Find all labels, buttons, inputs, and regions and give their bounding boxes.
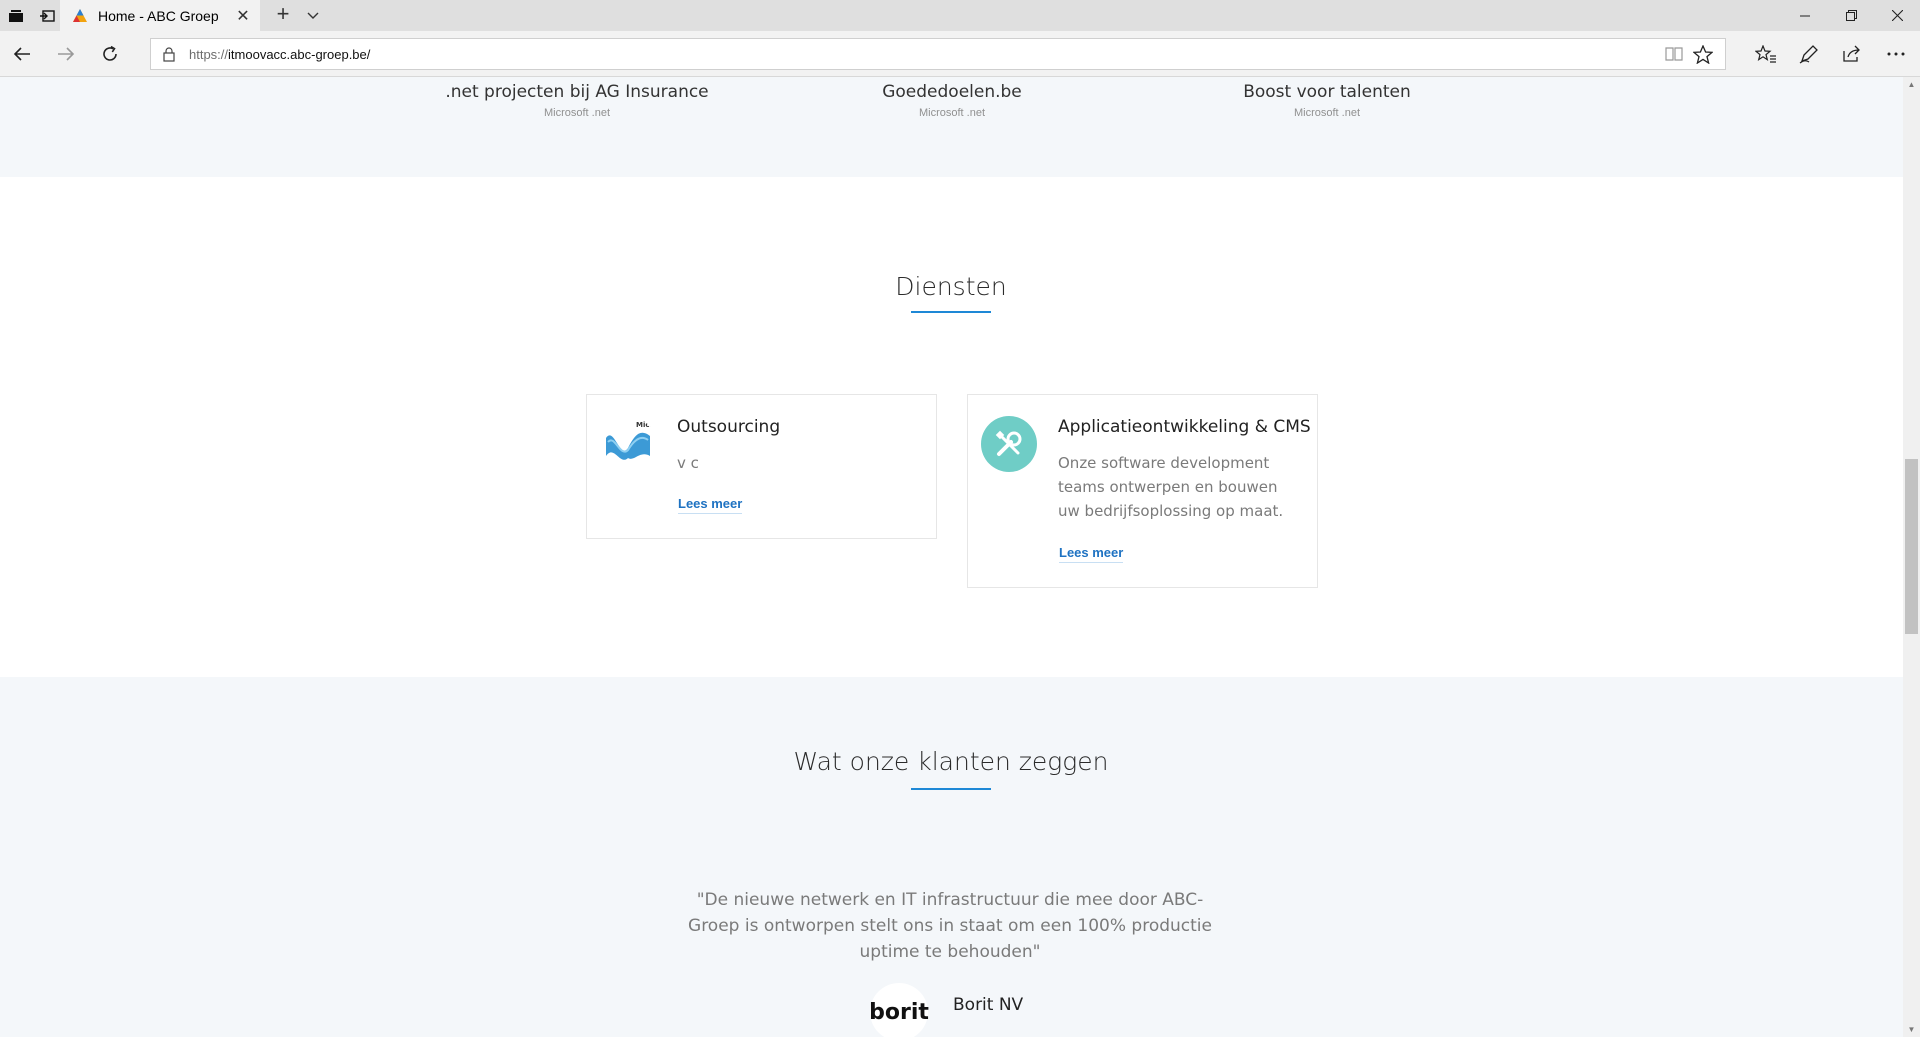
- url-prefix: https://: [189, 46, 229, 62]
- url-text: https://itmoovacc.abc-groep.be/: [189, 47, 370, 62]
- lock-icon: [163, 46, 177, 62]
- services-section: Diensten Micr Outsourcing v c Lees meer: [0, 177, 1903, 677]
- set-aside-tabs-icon[interactable]: [38, 7, 56, 25]
- project-subtitle: Microsoft .net: [543, 107, 611, 119]
- testimonials-heading: Wat onze klanten zeggen: [793, 747, 1109, 776]
- tab-home[interactable]: Home - ABC Groep ✕: [60, 0, 260, 31]
- tab-bar: Home - ABC Groep ✕ +: [0, 0, 1920, 31]
- read-more-link[interactable]: Lees meer: [1059, 545, 1124, 563]
- service-card-text: Onze software development teams ontwerpe…: [1058, 454, 1284, 520]
- favorite-star-icon[interactable]: [1692, 44, 1714, 69]
- testimonial-quote: "De nieuwe netwerk en IT infrastructuur …: [688, 890, 1212, 962]
- abc-favicon-icon: [73, 8, 87, 22]
- minimize-icon[interactable]: [1782, 0, 1828, 31]
- tools-icon: [981, 416, 1037, 472]
- refresh-icon[interactable]: [94, 38, 126, 70]
- svg-text:Micr: Micr: [636, 421, 654, 429]
- forward-icon[interactable]: [50, 38, 82, 70]
- project-title: .net projecten bij AG Insurance: [445, 82, 709, 102]
- address-bar[interactable]: https://itmoovacc.abc-groep.be/: [150, 38, 1726, 70]
- project-item[interactable]: Goededoelen.be Microsoft .net: [792, 82, 1112, 119]
- page-viewport: .net projecten bij AG Insurance Microsof…: [0, 77, 1903, 1037]
- microsoft-net-logo-icon: Micr: [600, 416, 656, 472]
- tab-title: Home - ABC Groep: [98, 7, 219, 24]
- client-name: Borit NV: [953, 995, 1024, 1015]
- service-card-outsourcing: Micr Outsourcing v c Lees meer: [586, 394, 937, 539]
- tab-actions-icon[interactable]: [7, 7, 25, 25]
- navigation-bar: https://itmoovacc.abc-groep.be/: [0, 31, 1920, 77]
- more-menu-icon[interactable]: [1880, 38, 1912, 70]
- url-host: itmoovacc.abc-groep.be/: [228, 46, 371, 62]
- reading-view-icon[interactable]: [1665, 46, 1683, 67]
- project-title: Boost voor talenten: [1243, 82, 1411, 102]
- read-more-link[interactable]: Lees meer: [678, 496, 743, 514]
- back-icon[interactable]: [6, 38, 38, 70]
- service-card-title: Applicatieontwikkeling & CMS: [1058, 417, 1311, 437]
- client-logo: borit: [869, 983, 929, 1037]
- scroll-up-arrow-icon[interactable]: ▲: [1907, 80, 1916, 89]
- project-item[interactable]: .net projecten bij AG Insurance Microsof…: [417, 82, 737, 119]
- project-subtitle: Microsoft .net: [918, 107, 986, 119]
- project-subtitle: Microsoft .net: [1293, 107, 1361, 119]
- restore-icon[interactable]: [1828, 0, 1874, 31]
- share-icon[interactable]: [1836, 38, 1868, 70]
- close-window-icon[interactable]: [1874, 0, 1920, 31]
- project-item[interactable]: Boost voor talenten Microsoft .net: [1167, 82, 1487, 119]
- tab-list-chevron-icon[interactable]: [302, 5, 324, 27]
- new-tab-icon[interactable]: +: [272, 3, 294, 26]
- scroll-down-arrow-icon[interactable]: ▼: [1907, 1025, 1916, 1034]
- testimonials-section: Wat onze klanten zeggen "De nieuwe netwe…: [0, 677, 1903, 1037]
- notes-pen-icon[interactable]: [1793, 38, 1825, 70]
- service-card-title: Outsourcing: [677, 417, 781, 437]
- favorites-hub-icon[interactable]: [1750, 38, 1782, 70]
- close-tab-icon[interactable]: ✕: [230, 3, 256, 29]
- services-heading: Diensten: [895, 272, 1007, 301]
- service-card-applicatieontwikkeling: Applicatieontwikkeling & CMS Onze softwa…: [967, 394, 1318, 588]
- testimonials-heading-underline: [911, 788, 991, 790]
- project-title: Goededoelen.be: [882, 82, 1022, 102]
- page-scrollbar[interactable]: ▲ ▼: [1903, 77, 1920, 1037]
- service-card-text: v c: [677, 454, 699, 472]
- scrollbar-thumb[interactable]: [1905, 459, 1918, 634]
- projects-section: .net projecten bij AG Insurance Microsof…: [0, 77, 1903, 177]
- services-heading-underline: [911, 311, 991, 313]
